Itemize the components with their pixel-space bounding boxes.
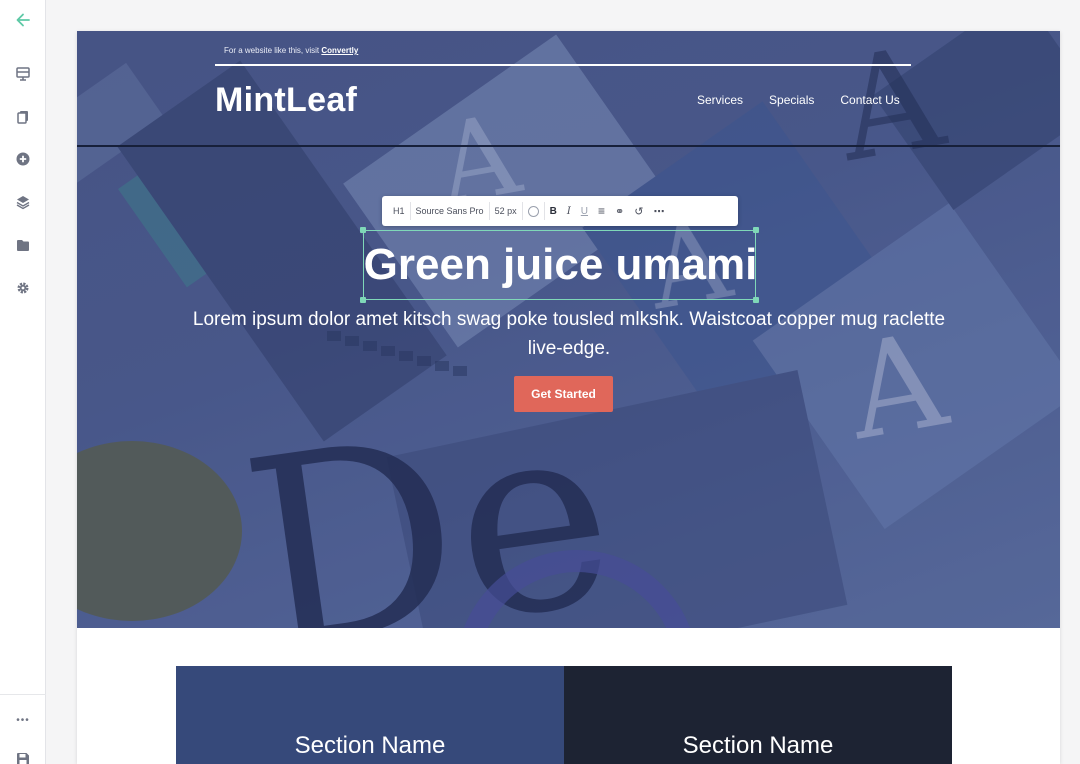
page-canvas: A A A A De For a website like this, visi… [77, 31, 1060, 764]
get-started-button[interactable]: Get Started [514, 376, 613, 412]
sidebar-divider [0, 694, 46, 695]
nav-link-contact[interactable]: Contact Us [840, 93, 899, 107]
nav-link-specials[interactable]: Specials [769, 93, 814, 107]
section-card-right[interactable]: Section Name [564, 666, 952, 764]
promo-divider [215, 64, 911, 66]
headline-selection[interactable]: Green juice umami [360, 227, 759, 303]
more-options-button[interactable]: ⋯ [648, 196, 669, 226]
bold-button[interactable]: B [545, 196, 562, 226]
page-layout-icon[interactable] [0, 59, 46, 89]
resize-handle-top-left[interactable] [360, 227, 366, 233]
link-button[interactable]: ⚭ [610, 196, 629, 226]
color-swatch-icon [527, 205, 539, 217]
resize-handle-bottom-left[interactable] [360, 297, 366, 303]
align-button[interactable]: ≡ [593, 196, 610, 226]
folder-icon[interactable] [0, 230, 46, 260]
settings-icon[interactable] [0, 273, 46, 303]
section-card-left[interactable]: Section Name [176, 666, 564, 764]
more-icon[interactable]: ••• [0, 705, 46, 735]
site-nav: Services Specials Contact Us [697, 93, 900, 107]
section-title[interactable]: Section Name [683, 732, 834, 760]
text-format-toolbar: H1 Source Sans Pro 52 px B I U ≡ ⚭ ↺ ⋯ [382, 196, 738, 226]
text-color-button[interactable] [523, 196, 544, 226]
site-logo[interactable]: MintLeaf [215, 81, 357, 120]
editor-sidebar: ••• [0, 0, 46, 764]
italic-button[interactable]: I [562, 196, 576, 226]
add-element-icon[interactable] [0, 144, 46, 174]
heading-level-select[interactable]: H1 [388, 196, 410, 226]
hero-subtitle[interactable]: Lorem ipsum dolor amet kitsch swag poke … [189, 305, 949, 363]
copy-pages-icon[interactable] [0, 102, 46, 132]
promo-text: For a website like this, visit [224, 46, 322, 55]
font-family-select[interactable]: Source Sans Pro [411, 196, 489, 226]
nav-link-services[interactable]: Services [697, 93, 743, 107]
layers-icon[interactable] [0, 187, 46, 217]
section-title[interactable]: Section Name [295, 732, 446, 760]
promo-banner: For a website like this, visit Convertly [224, 46, 358, 55]
back-arrow-icon[interactable] [0, 5, 46, 35]
save-icon[interactable] [0, 744, 46, 764]
hero-headline[interactable]: Green juice umami [364, 231, 758, 299]
underline-button[interactable]: U [576, 196, 593, 226]
promo-link[interactable]: Convertly [321, 46, 358, 55]
header-divider [77, 145, 1060, 147]
resize-handle-bottom-right[interactable] [753, 297, 759, 303]
font-size-select[interactable]: 52 px [490, 196, 522, 226]
hero-section[interactable]: A A A A De For a website like this, visi… [77, 31, 1060, 628]
undo-button[interactable]: ↺ [629, 196, 648, 226]
resize-handle-top-right[interactable] [753, 227, 759, 233]
